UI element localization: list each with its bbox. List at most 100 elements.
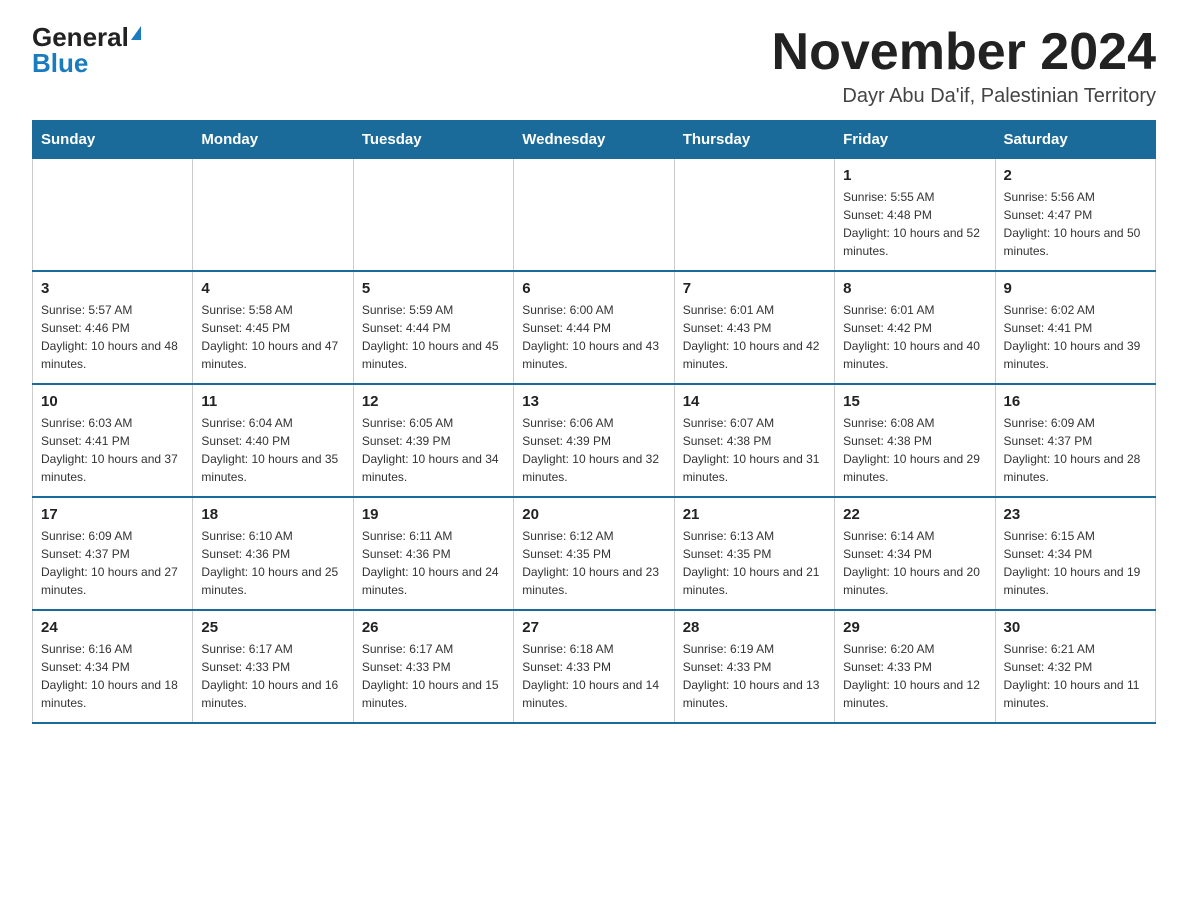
day-number: 4	[201, 280, 344, 297]
day-number: 1	[843, 167, 986, 184]
weekday-header-saturday: Saturday	[995, 121, 1155, 159]
title-area: November 2024 Dayr Abu Da'if, Palestinia…	[772, 24, 1156, 108]
day-number: 22	[843, 506, 986, 523]
day-number: 19	[362, 506, 505, 523]
day-number: 25	[201, 619, 344, 636]
weekday-header-sunday: Sunday	[33, 121, 193, 159]
calendar-cell: 7 Sunrise: 6:01 AM Sunset: 4:43 PM Daylig…	[674, 271, 834, 384]
calendar-week-4: 17Sunrise: 6:09 AM Sunset: 4:37 PM Dayli…	[33, 497, 1156, 610]
day-info: Sunrise: 5:59 AM Sunset: 4:44 PM Dayligh…	[362, 301, 505, 373]
calendar-cell: 2 Sunrise: 5:56 AM Sunset: 4:47 PM Daylig…	[995, 159, 1155, 272]
calendar-cell: 4 Sunrise: 5:58 AM Sunset: 4:45 PM Daylig…	[193, 271, 353, 384]
calendar-week-5: 24Sunrise: 6:16 AM Sunset: 4:34 PM Dayli…	[33, 610, 1156, 723]
calendar-cell	[193, 159, 353, 272]
day-number: 28	[683, 619, 826, 636]
day-info: Sunrise: 6:20 AM Sunset: 4:33 PM Dayligh…	[843, 640, 986, 712]
calendar-cell: 16Sunrise: 6:09 AM Sunset: 4:37 PM Dayli…	[995, 384, 1155, 497]
day-info: Sunrise: 5:55 AM Sunset: 4:48 PM Dayligh…	[843, 188, 986, 260]
calendar-cell: 3 Sunrise: 5:57 AM Sunset: 4:46 PM Daylig…	[33, 271, 193, 384]
day-number: 11	[201, 393, 344, 410]
logo-blue-text: Blue	[32, 50, 88, 76]
calendar-cell: 27 Sunrise: 6:18 AM Sunset: 4:33 PM Dayli…	[514, 610, 674, 723]
logo-general-text: General	[32, 24, 129, 50]
day-info: Sunrise: 6:08 AM Sunset: 4:38 PM Dayligh…	[843, 414, 986, 486]
day-number: 5	[362, 280, 505, 297]
calendar-cell	[674, 159, 834, 272]
day-number: 16	[1004, 393, 1147, 410]
day-number: 12	[362, 393, 505, 410]
day-number: 18	[201, 506, 344, 523]
day-number: 15	[843, 393, 986, 410]
calendar-cell: 6 Sunrise: 6:00 AM Sunset: 4:44 PM Daylig…	[514, 271, 674, 384]
calendar-cell: 8Sunrise: 6:01 AM Sunset: 4:42 PM Daylig…	[835, 271, 995, 384]
day-number: 27	[522, 619, 665, 636]
day-number: 24	[41, 619, 184, 636]
calendar-cell: 29 Sunrise: 6:20 AM Sunset: 4:33 PM Dayli…	[835, 610, 995, 723]
day-number: 7	[683, 280, 826, 297]
calendar-week-3: 10Sunrise: 6:03 AM Sunset: 4:41 PM Dayli…	[33, 384, 1156, 497]
day-info: Sunrise: 6:17 AM Sunset: 4:33 PM Dayligh…	[201, 640, 344, 712]
calendar-cell: 17Sunrise: 6:09 AM Sunset: 4:37 PM Dayli…	[33, 497, 193, 610]
day-info: Sunrise: 6:00 AM Sunset: 4:44 PM Dayligh…	[522, 301, 665, 373]
weekday-header-monday: Monday	[193, 121, 353, 159]
day-info: Sunrise: 6:14 AM Sunset: 4:34 PM Dayligh…	[843, 527, 986, 599]
calendar-cell: 30 Sunrise: 6:21 AM Sunset: 4:32 PM Dayli…	[995, 610, 1155, 723]
day-info: Sunrise: 6:03 AM Sunset: 4:41 PM Dayligh…	[41, 414, 184, 486]
calendar-cell: 21 Sunrise: 6:13 AM Sunset: 4:35 PM Dayli…	[674, 497, 834, 610]
calendar-cell: 19 Sunrise: 6:11 AM Sunset: 4:36 PM Dayli…	[353, 497, 513, 610]
day-number: 17	[41, 506, 184, 523]
day-number: 8	[843, 280, 986, 297]
day-number: 21	[683, 506, 826, 523]
day-info: Sunrise: 6:02 AM Sunset: 4:41 PM Dayligh…	[1004, 301, 1147, 373]
day-number: 9	[1004, 280, 1147, 297]
calendar-cell	[33, 159, 193, 272]
location-subtitle: Dayr Abu Da'if, Palestinian Territory	[772, 85, 1156, 108]
calendar-cell	[514, 159, 674, 272]
day-number: 26	[362, 619, 505, 636]
calendar-cell: 26 Sunrise: 6:17 AM Sunset: 4:33 PM Dayli…	[353, 610, 513, 723]
day-info: Sunrise: 6:18 AM Sunset: 4:33 PM Dayligh…	[522, 640, 665, 712]
calendar-cell: 15 Sunrise: 6:08 AM Sunset: 4:38 PM Dayli…	[835, 384, 995, 497]
calendar-cell: 14 Sunrise: 6:07 AM Sunset: 4:38 PM Dayli…	[674, 384, 834, 497]
day-number: 30	[1004, 619, 1147, 636]
calendar-cell: 13Sunrise: 6:06 AM Sunset: 4:39 PM Dayli…	[514, 384, 674, 497]
calendar-cell: 23 Sunrise: 6:15 AM Sunset: 4:34 PM Dayli…	[995, 497, 1155, 610]
weekday-header-wednesday: Wednesday	[514, 121, 674, 159]
calendar-cell: 1 Sunrise: 5:55 AM Sunset: 4:48 PM Daylig…	[835, 159, 995, 272]
calendar-cell: 10Sunrise: 6:03 AM Sunset: 4:41 PM Dayli…	[33, 384, 193, 497]
day-info: Sunrise: 6:21 AM Sunset: 4:32 PM Dayligh…	[1004, 640, 1147, 712]
calendar-cell: 12 Sunrise: 6:05 AM Sunset: 4:39 PM Dayli…	[353, 384, 513, 497]
day-number: 23	[1004, 506, 1147, 523]
page-header: General Blue November 2024 Dayr Abu Da'i…	[32, 24, 1156, 108]
day-info: Sunrise: 6:06 AM Sunset: 4:39 PM Dayligh…	[522, 414, 665, 486]
day-info: Sunrise: 6:19 AM Sunset: 4:33 PM Dayligh…	[683, 640, 826, 712]
calendar-week-2: 3 Sunrise: 5:57 AM Sunset: 4:46 PM Daylig…	[33, 271, 1156, 384]
day-info: Sunrise: 6:01 AM Sunset: 4:43 PM Dayligh…	[683, 301, 826, 373]
calendar-table: SundayMondayTuesdayWednesdayThursdayFrid…	[32, 120, 1156, 724]
day-info: Sunrise: 6:07 AM Sunset: 4:38 PM Dayligh…	[683, 414, 826, 486]
day-number: 2	[1004, 167, 1147, 184]
day-info: Sunrise: 5:57 AM Sunset: 4:46 PM Dayligh…	[41, 301, 184, 373]
day-info: Sunrise: 6:15 AM Sunset: 4:34 PM Dayligh…	[1004, 527, 1147, 599]
logo: General Blue	[32, 24, 141, 76]
day-number: 29	[843, 619, 986, 636]
calendar-cell: 25 Sunrise: 6:17 AM Sunset: 4:33 PM Dayli…	[193, 610, 353, 723]
weekday-header-row: SundayMondayTuesdayWednesdayThursdayFrid…	[33, 121, 1156, 159]
calendar-cell: 18 Sunrise: 6:10 AM Sunset: 4:36 PM Dayli…	[193, 497, 353, 610]
day-info: Sunrise: 6:05 AM Sunset: 4:39 PM Dayligh…	[362, 414, 505, 486]
weekday-header-tuesday: Tuesday	[353, 121, 513, 159]
day-number: 6	[522, 280, 665, 297]
day-info: Sunrise: 6:10 AM Sunset: 4:36 PM Dayligh…	[201, 527, 344, 599]
day-info: Sunrise: 6:12 AM Sunset: 4:35 PM Dayligh…	[522, 527, 665, 599]
calendar-cell: 28 Sunrise: 6:19 AM Sunset: 4:33 PM Dayli…	[674, 610, 834, 723]
calendar-cell: 5 Sunrise: 5:59 AM Sunset: 4:44 PM Daylig…	[353, 271, 513, 384]
day-number: 3	[41, 280, 184, 297]
calendar-cell: 11Sunrise: 6:04 AM Sunset: 4:40 PM Dayli…	[193, 384, 353, 497]
day-info: Sunrise: 6:11 AM Sunset: 4:36 PM Dayligh…	[362, 527, 505, 599]
calendar-cell: 9 Sunrise: 6:02 AM Sunset: 4:41 PM Daylig…	[995, 271, 1155, 384]
day-info: Sunrise: 6:13 AM Sunset: 4:35 PM Dayligh…	[683, 527, 826, 599]
day-info: Sunrise: 5:58 AM Sunset: 4:45 PM Dayligh…	[201, 301, 344, 373]
day-number: 14	[683, 393, 826, 410]
day-info: Sunrise: 5:56 AM Sunset: 4:47 PM Dayligh…	[1004, 188, 1147, 260]
day-info: Sunrise: 6:17 AM Sunset: 4:33 PM Dayligh…	[362, 640, 505, 712]
